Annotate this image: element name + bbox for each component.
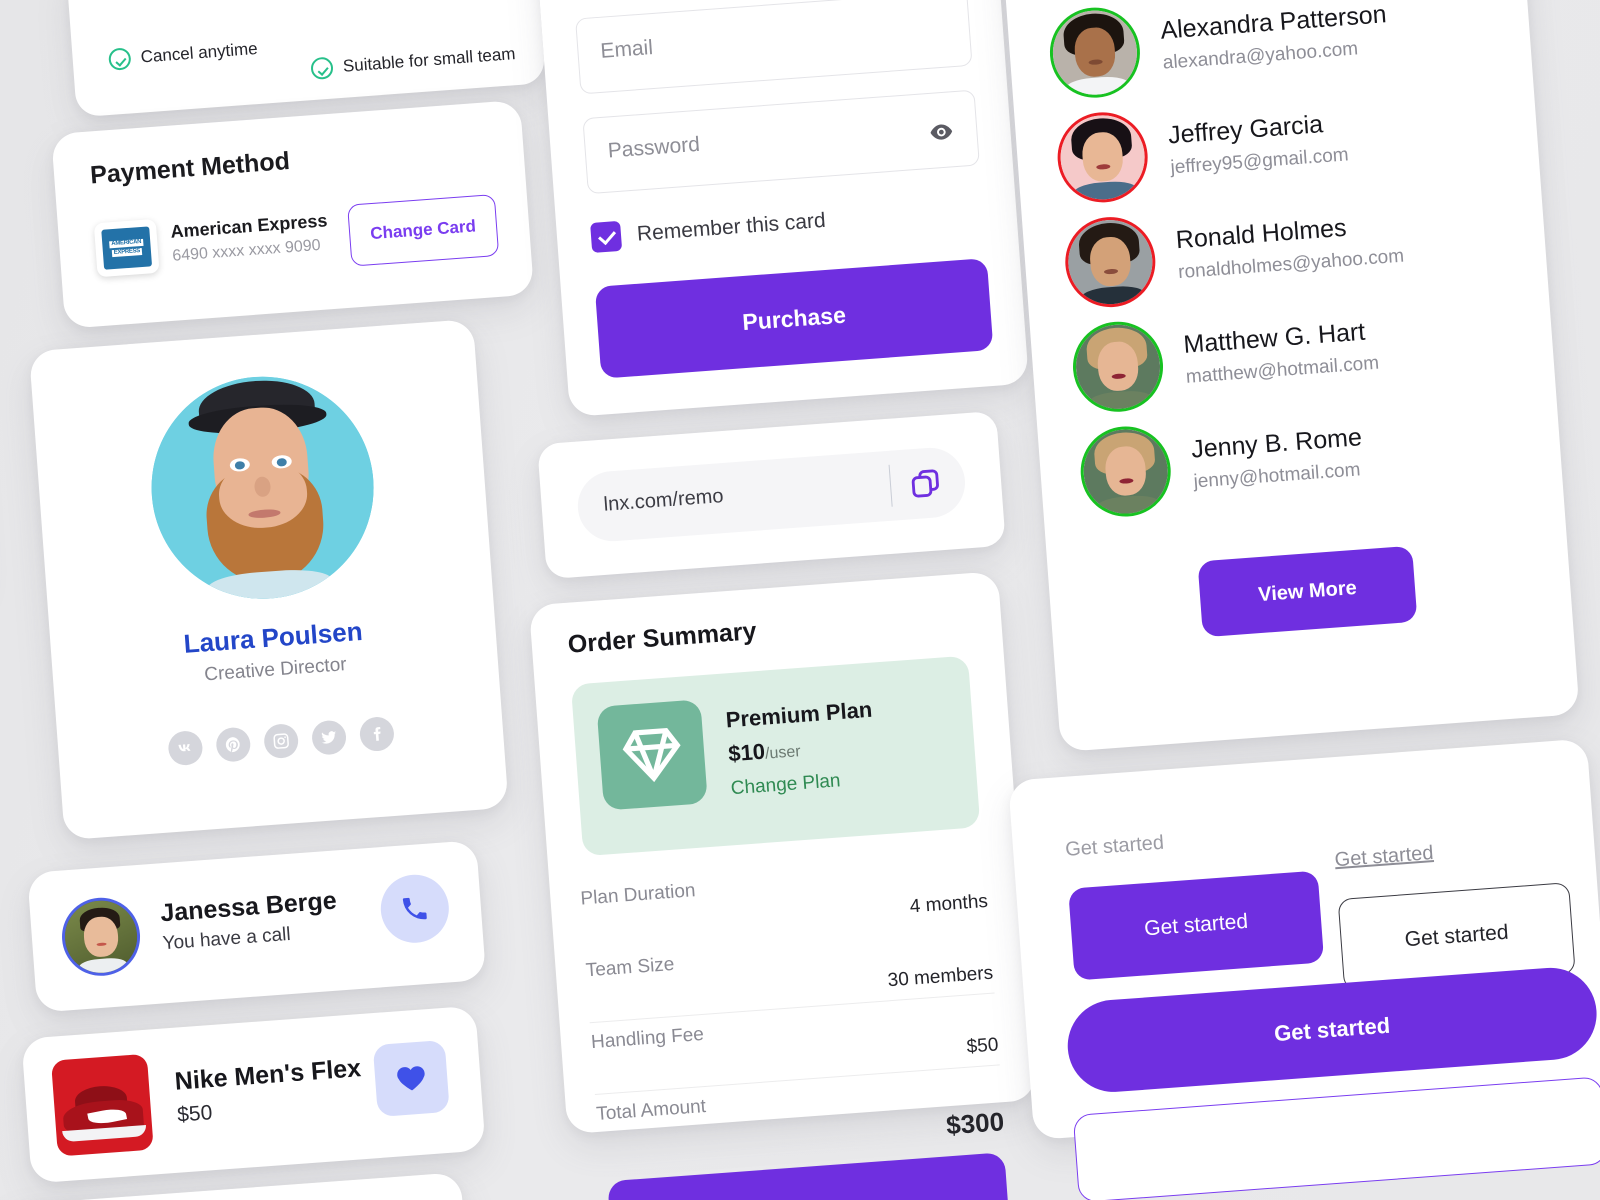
amex-logo-line-1: AMERICAN [109, 238, 144, 249]
member-email: jeffrey95@gmail.com [1169, 144, 1350, 179]
avatar [1062, 213, 1159, 311]
checkbox-checked-icon [590, 220, 623, 253]
feature-label: Cancel anytime [140, 38, 259, 67]
remember-card-label: Remember this card [636, 208, 827, 246]
phone-icon[interactable] [378, 872, 452, 946]
divider [888, 464, 893, 507]
copy-icon[interactable] [908, 466, 944, 502]
get-started-buttons-card: Get started Get started Get started Get … [1008, 738, 1600, 1200]
product-image [50, 1053, 154, 1157]
heart-icon[interactable] [372, 1039, 450, 1118]
member-name: Matthew G. Hart [1182, 317, 1367, 359]
product-price: $50 [176, 1101, 214, 1127]
profile-avatar [143, 368, 382, 607]
summary-value: 30 members [886, 962, 994, 992]
order-summary-card: Order Summary Premium Plan $10/user Chan… [528, 571, 1037, 1200]
summary-key: Team Size [585, 953, 676, 982]
eye-icon[interactable] [927, 118, 955, 146]
divider [589, 992, 995, 1024]
vk-icon[interactable] [166, 729, 204, 767]
purchase-button[interactable]: Purchase [594, 258, 994, 379]
avatar [1069, 318, 1167, 415]
feature-label: Suitable for small team [342, 44, 517, 76]
incoming-call-card: Janessa Berge You have a call [27, 840, 487, 1013]
link-url-text: lnx.com/remo [602, 485, 725, 516]
avatar [1046, 4, 1144, 101]
password-field[interactable]: Password [582, 89, 980, 195]
payment-details-modal: PAYMENT DETAILS Pay Pal Credit Card Emai… [527, 0, 1029, 418]
call-message: You have a call [161, 923, 292, 955]
get-started-outlined-purple-button[interactable] [1072, 1076, 1600, 1200]
plan-price-unit: /user [764, 743, 802, 763]
view-more-button[interactable]: View More [1197, 545, 1418, 638]
summary-row-team-size: Team Size 30 members [585, 931, 995, 1024]
twitter-icon[interactable] [310, 719, 347, 756]
get-started-primary-button[interactable]: Get started [1068, 870, 1325, 981]
get-started-text-link[interactable]: Get started [1064, 832, 1164, 862]
link-input[interactable]: lnx.com/remo [575, 445, 968, 544]
check-circle-icon [310, 56, 334, 81]
change-plan-link[interactable]: Change Plan [730, 770, 841, 800]
facebook-icon[interactable] [358, 715, 395, 753]
divider [594, 1064, 1000, 1096]
summary-key: Total Amount [595, 1095, 707, 1125]
profile-card: Laura Poulsen Creative Director [28, 318, 509, 841]
plan-name: Premium Plan [724, 696, 874, 733]
feature-item-cancel-anytime: Cancel anytime [108, 38, 258, 71]
member-email: jenny@hotmail.com [1192, 459, 1362, 493]
members-list-card: Members List List of all Active & Not Ac… [992, 0, 1580, 752]
product-card: Nike Men's Flex $50 [21, 1005, 486, 1184]
instagram-icon[interactable] [262, 722, 299, 760]
member-name: Jeffrey Garcia [1167, 110, 1324, 150]
summary-key: Plan Duration [579, 880, 697, 910]
email-field[interactable]: Email [575, 0, 973, 95]
payment-method-card: Payment Method AMERICAN EXPRESS American… [51, 99, 535, 329]
card-number: 6490 xxxx xxxx 9090 [171, 236, 322, 265]
share-link-card: lnx.com/remo [537, 410, 1006, 580]
feature-item-small-team: Suitable for small team [310, 43, 517, 81]
password-placeholder: Password [607, 132, 701, 163]
selected-plan-box: Premium Plan $10/user Change Plan [570, 655, 981, 857]
plan-features-lead-text: visible option for each members. [101, 0, 531, 3]
order-summary-title: Order Summary [566, 617, 758, 659]
member-name: Jenny B. Rome [1190, 423, 1363, 464]
summary-key: Handling Fee [590, 1023, 705, 1054]
member-email: matthew@hotmail.com [1185, 352, 1380, 388]
diamond-icon [596, 699, 708, 811]
pinterest-icon[interactable] [214, 726, 252, 763]
member-email: alexandra@yahoo.com [1162, 38, 1359, 74]
plan-features-card: visible option for each members. Cancel … [65, 0, 546, 118]
email-placeholder: Email [599, 36, 654, 63]
order-purchase-button[interactable]: Purchase [607, 1152, 1011, 1200]
caller-name: Janessa Berge [159, 886, 338, 928]
product-name: Nike Men's Flex [173, 1054, 362, 1096]
plan-price: $10/user [727, 736, 801, 767]
avatar [1077, 423, 1174, 520]
summary-value: 4 months [909, 890, 989, 918]
remember-card-checkbox[interactable]: Remember this card [590, 206, 827, 253]
social-links [58, 708, 504, 774]
summary-value: $50 [965, 1034, 1000, 1058]
amex-logo-line-2: EXPRESS [111, 247, 143, 258]
summary-value: $300 [945, 1106, 1006, 1141]
get-started-underline-link[interactable]: Get started [1334, 842, 1434, 872]
ui-kit-canvas: visible option for each members. Cancel … [0, 0, 1600, 1200]
avatar [1054, 109, 1151, 206]
plan-price-amount: $10 [727, 738, 766, 767]
get-started-pill-button[interactable]: Get started [1064, 964, 1600, 1096]
rotated-card-group: visible option for each members. Cancel … [0, 0, 1600, 1200]
payment-method-title: Payment Method [89, 146, 291, 190]
change-card-button[interactable]: Change Card [347, 193, 500, 267]
avatar [59, 895, 143, 979]
member-name: Ronald Holmes [1174, 213, 1348, 255]
summary-row-plan-duration: Plan Duration 4 months [580, 859, 989, 917]
check-circle-icon [108, 47, 132, 71]
amex-card-icon: AMERICAN EXPRESS [93, 218, 160, 278]
